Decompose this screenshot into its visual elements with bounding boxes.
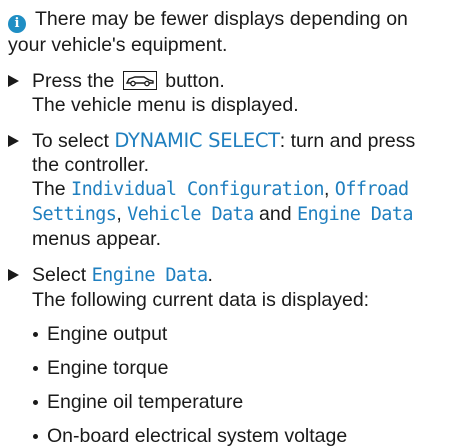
step-arrow-icon bbox=[8, 269, 19, 281]
step3-suffix: . bbox=[207, 264, 213, 286]
engine-data-list: Engine output Engine torque Engine oil t… bbox=[32, 322, 464, 448]
step3-result: The following current data is displayed: bbox=[32, 289, 370, 311]
step-arrow-icon bbox=[8, 135, 19, 147]
info-note: i There may be fewer displays depending o… bbox=[8, 7, 464, 57]
step-select-engine-data: Select Engine Data. The following curren… bbox=[8, 263, 464, 448]
step2-comma2: , bbox=[116, 203, 128, 225]
step1-result: The vehicle menu is displayed. bbox=[32, 94, 299, 116]
menu-individual-configuration: Individual Configuration bbox=[71, 179, 325, 200]
manual-page: i There may be fewer displays depending o… bbox=[0, 0, 464, 448]
step2-line2: the controller. bbox=[32, 154, 150, 176]
step2-and: and bbox=[253, 203, 297, 225]
engine-data-label: Engine Data bbox=[91, 265, 209, 286]
menu-offroad-settings-part1: Offroad bbox=[334, 179, 409, 200]
step2-comma1: , bbox=[323, 178, 335, 200]
step2-suffix: : turn and press bbox=[279, 130, 416, 152]
list-item: Engine output bbox=[32, 322, 464, 346]
list-item: Engine oil temperature bbox=[32, 390, 464, 414]
step1-after: button. bbox=[165, 70, 225, 92]
note-text-line2: your vehicle's equipment. bbox=[8, 34, 228, 56]
menu-offroad-settings-part2: Settings bbox=[32, 204, 117, 225]
step2-end: menus appear. bbox=[32, 228, 162, 250]
menu-engine-data: Engine Data bbox=[297, 204, 414, 225]
info-icon: i bbox=[8, 15, 26, 33]
step2-prefix: To select bbox=[32, 130, 115, 152]
step-select-dynamic: To select DYNAMIC SELECT: turn and press… bbox=[8, 129, 464, 251]
menu-vehicle-data: Vehicle Data bbox=[127, 204, 254, 225]
list-item: Engine torque bbox=[32, 356, 464, 380]
step2-the: The bbox=[32, 178, 72, 200]
step3-prefix: Select bbox=[32, 264, 92, 286]
note-text-line1: There may be fewer displays depending on bbox=[35, 8, 408, 30]
list-item: On-board electrical system voltage bbox=[32, 424, 464, 448]
car-button-icon bbox=[122, 71, 157, 90]
step1-before: Press the bbox=[32, 70, 115, 92]
dynamic-select-label: DYNAMIC SELECT bbox=[114, 129, 280, 152]
step-arrow-icon bbox=[8, 75, 19, 87]
step-press-button: Press the button. The vehicle menu is di… bbox=[8, 69, 464, 117]
